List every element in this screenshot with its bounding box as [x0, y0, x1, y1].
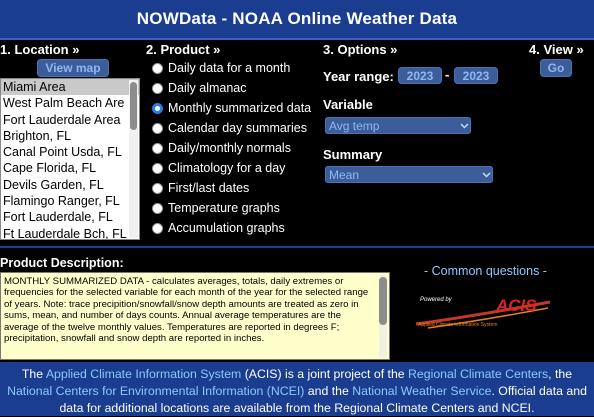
product-option[interactable]: Temperature graphs [152, 198, 322, 218]
location-item[interactable]: Ft Lauderdale Bch, FL [1, 226, 139, 239]
summary-value: Mean [329, 167, 360, 182]
product-option[interactable]: Climatology for a day [152, 158, 322, 178]
year-start-input[interactable]: 2023 [398, 67, 442, 84]
product-option-label: Temperature graphs [168, 201, 280, 215]
product-option-label: Accumulation graphs [168, 221, 285, 235]
view-map-button[interactable]: View map [37, 59, 109, 77]
product-option[interactable]: First/last dates [152, 178, 322, 198]
location-item[interactable]: Devils Garden, FL [1, 177, 139, 193]
year-end-input[interactable]: 2023 [454, 67, 498, 84]
product-option[interactable]: Accumulation graphs [152, 218, 322, 238]
footer: The Applied Climate Information System (… [0, 362, 594, 416]
radio-button[interactable] [152, 122, 163, 134]
location-item[interactable]: Fort Lauderdale Area [1, 112, 139, 128]
location-item[interactable]: Cape Florida, FL [1, 160, 139, 176]
acis-logo[interactable]: Powered by ACIS Applied Climate Informat… [414, 294, 554, 336]
summary-select[interactable]: Mean [325, 166, 493, 183]
product-option[interactable]: Daily almanac [152, 78, 322, 98]
product-option-label: Climatology for a day [168, 161, 286, 175]
location-heading: 1. Location » [0, 42, 80, 57]
description-text: MONTHLY SUMMARIZED DATA - calculates ave… [4, 276, 369, 345]
common-questions-link[interactable]: - Common questions - [424, 264, 547, 278]
location-scroll-thumb[interactable] [130, 82, 137, 130]
description-scrollbar[interactable] [379, 275, 387, 357]
location-scrollbar[interactable] [129, 80, 138, 238]
radio-button[interactable] [152, 82, 163, 94]
page-title: NOWData - NOAA Online Weather Data [136, 9, 458, 28]
location-listbox[interactable]: Miami Area West Palm Beach Are Fort Lauder… [0, 78, 140, 240]
radio-button[interactable] [152, 142, 163, 154]
product-heading: 2. Product » [146, 42, 221, 57]
view-heading: 4. View » [529, 42, 584, 57]
year-range-separator: - [445, 67, 450, 82]
product-option-label: Daily data for a month [168, 61, 291, 75]
location-item[interactable]: Miami Area [1, 79, 139, 96]
product-option-label: Calendar day summaries [168, 121, 307, 135]
location-item[interactable]: Brighton, FL [1, 128, 139, 144]
options-heading: 3. Options » [323, 42, 398, 57]
section-divider [0, 246, 594, 248]
description-scroll-thumb[interactable] [379, 277, 387, 325]
location-item[interactable]: Fort Lauderdale, FL [1, 209, 139, 225]
acis-link[interactable]: Applied Climate Information System [46, 367, 241, 381]
nws-link[interactable]: National Weather Service [352, 384, 491, 398]
chevron-down-icon [479, 171, 493, 178]
product-radio-group: Daily data for a month Daily almanac Month… [152, 58, 322, 238]
location-item[interactable]: Canal Point Usda, FL [1, 144, 139, 160]
variable-value: Avg temp [329, 118, 380, 133]
radio-button[interactable] [152, 202, 163, 214]
radio-button[interactable] [152, 162, 163, 174]
product-option[interactable]: Monthly summarized data [152, 98, 322, 118]
summary-label: Summary [323, 147, 383, 162]
radio-button[interactable] [152, 62, 163, 74]
ncei-link[interactable]: National Centers for Environmental Infor… [7, 384, 304, 398]
radio-button[interactable] [152, 182, 163, 194]
location-item[interactable]: Flamingo Ranger, FL [1, 193, 139, 209]
description-heading: Product Description: [0, 256, 124, 270]
variable-select[interactable]: Avg temp [325, 117, 471, 134]
product-option[interactable]: Daily data for a month [152, 58, 322, 78]
location-item[interactable]: West Palm Beach Are [1, 95, 139, 111]
product-option-label: First/last dates [168, 181, 250, 195]
variable-label: Variable [323, 97, 373, 112]
radio-button[interactable] [152, 102, 163, 114]
product-option-label: Monthly summarized data [168, 101, 312, 115]
product-option[interactable]: Daily/monthly normals [152, 138, 322, 158]
go-button[interactable]: Go [540, 59, 572, 77]
description-textarea[interactable]: MONTHLY SUMMARIZED DATA - calculates ave… [0, 272, 390, 360]
header-divider [0, 38, 594, 40]
product-option-label: Daily almanac [168, 81, 247, 95]
rcc-link[interactable]: Regional Climate Centers [408, 367, 548, 381]
chevron-down-icon [457, 122, 471, 129]
app-header: NOWData - NOAA Online Weather Data [0, 0, 594, 38]
product-option[interactable]: Calendar day summaries [152, 118, 322, 138]
year-range-label: Year range: [323, 69, 394, 84]
radio-button[interactable] [152, 222, 163, 234]
product-option-label: Daily/monthly normals [168, 141, 291, 155]
